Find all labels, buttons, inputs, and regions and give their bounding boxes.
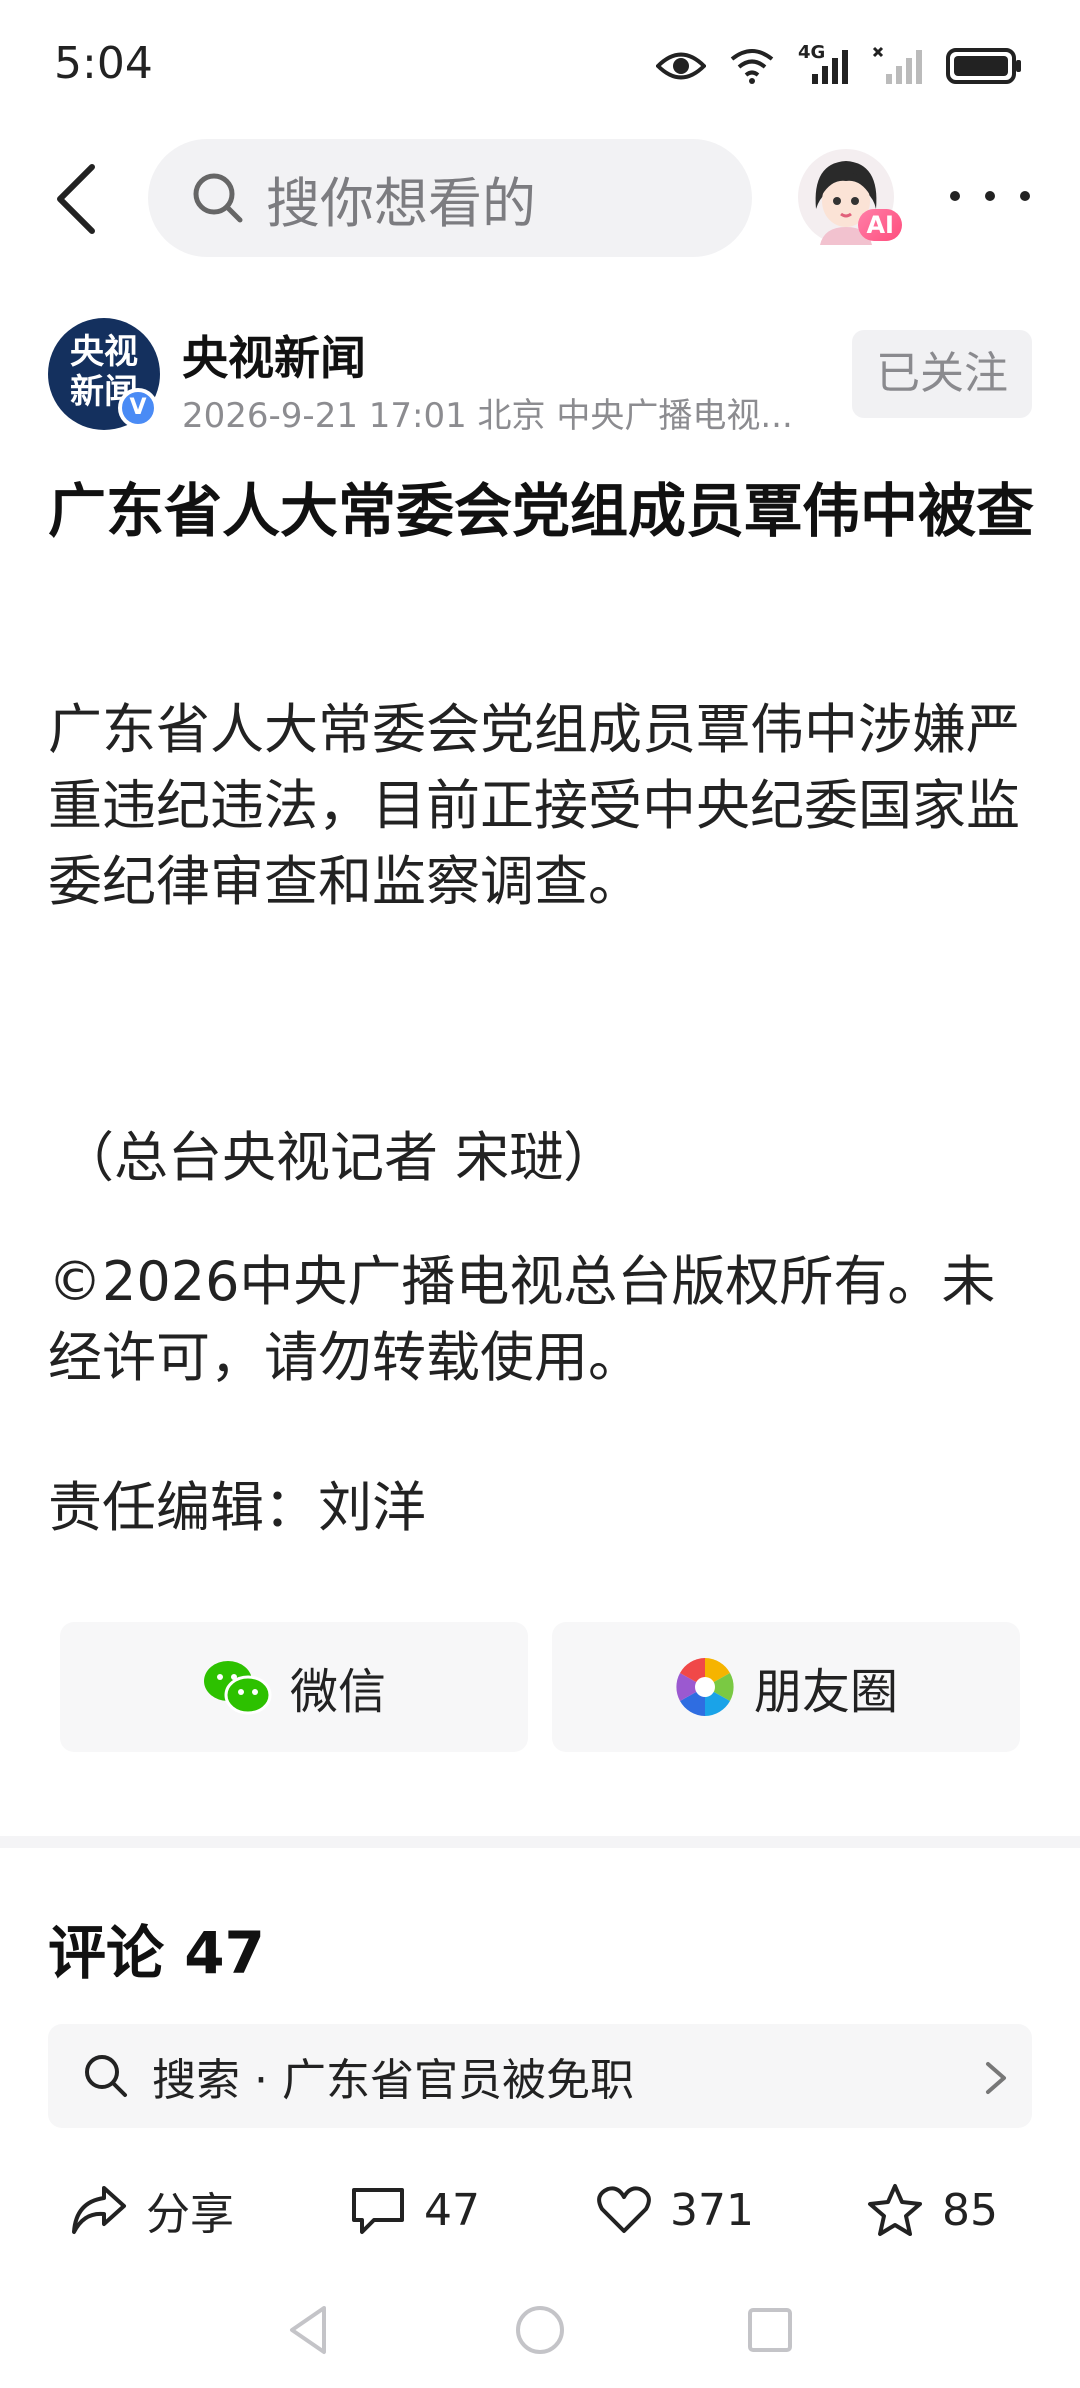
comment-search-bar[interactable]: 搜索 · 广东省官员被免职 xyxy=(48,2024,1032,2128)
favorite-count: 85 xyxy=(942,2184,998,2236)
moments-aperture-icon xyxy=(676,1658,734,1716)
author-name[interactable]: 央视新闻 xyxy=(182,322,366,388)
wifi-icon xyxy=(730,49,774,84)
share-action-label: 分享 xyxy=(146,2189,234,2240)
signal-4g-icon: 4G xyxy=(798,42,850,86)
share-action-button[interactable]: 分享 xyxy=(70,2160,234,2260)
system-nav-bar xyxy=(0,2290,1080,2388)
like-count: 371 xyxy=(670,2184,754,2236)
circle-home-icon xyxy=(516,2306,564,2354)
share-moments-label: 朋友圈 xyxy=(753,1664,898,1720)
eye-icon xyxy=(656,52,706,80)
like-action-button[interactable]: 371 xyxy=(596,2160,754,2260)
status-icons: 4G xyxy=(656,42,1024,90)
action-row: 分享 47 371 85 xyxy=(0,2160,1080,2260)
comments-title: 评论 47 xyxy=(48,1919,265,1987)
status-bar: 5:04 4G xyxy=(0,0,1080,130)
article-editor: 责任编辑：刘洋 xyxy=(48,1476,426,1539)
author-meta: 2026-9-21 17:01 北京 中央广播电视... xyxy=(182,396,793,436)
search-input[interactable]: 搜你想看的 xyxy=(148,139,752,257)
share-moments-button[interactable]: 朋友圈 xyxy=(552,1622,1020,1752)
share-row: 微信 朋友圈 xyxy=(60,1622,1020,1752)
back-arrow-icon xyxy=(57,164,95,234)
section-divider xyxy=(0,1836,1080,1848)
battery-icon xyxy=(946,48,1021,84)
more-dot-icon xyxy=(1020,191,1030,201)
more-dot-icon xyxy=(950,191,960,201)
comment-action-button[interactable]: 47 xyxy=(350,2160,480,2260)
status-time: 5:04 xyxy=(54,38,153,89)
share-arrow-icon xyxy=(72,2186,126,2234)
nav-home-button[interactable] xyxy=(510,2300,570,2360)
nav-back-button[interactable] xyxy=(280,2300,340,2360)
ai-assistant-avatar[interactable]: AI xyxy=(798,149,902,245)
star-icon xyxy=(868,2184,922,2236)
top-bar: 搜你想看的 AI xyxy=(0,135,1080,260)
favorite-action-button[interactable]: 85 xyxy=(866,2160,998,2260)
heart-icon xyxy=(597,2186,651,2233)
search-icon xyxy=(193,173,243,223)
share-wechat-button[interactable]: 微信 xyxy=(60,1622,528,1752)
more-dot-icon xyxy=(985,191,995,201)
back-button[interactable] xyxy=(48,159,108,239)
search-placeholder: 搜你想看的 xyxy=(266,171,536,235)
author-row: 央视 新闻 V 央视新闻 2026-9-21 17:01 北京 中央广播电视..… xyxy=(0,318,1080,436)
triangle-back-icon xyxy=(290,2306,326,2354)
author-logo-line1: 央视 xyxy=(70,332,138,372)
square-recents-icon xyxy=(748,2308,792,2352)
article-copyright: ©2026中央广播电视总台版权所有。未经许可，请勿转载使用。 xyxy=(48,1250,996,1389)
follow-button[interactable]: 已关注 xyxy=(852,330,1032,418)
wechat-icon xyxy=(203,1661,272,1715)
article-paragraph: 广东省人大常委会党组成员覃伟中涉嫌严重违纪违法，目前正接受中央纪委国家监委纪律审… xyxy=(48,698,1020,913)
share-wechat-label: 微信 xyxy=(289,1664,386,1720)
chevron-right-icon xyxy=(986,2062,1006,2094)
nav-recents-button[interactable] xyxy=(740,2300,800,2360)
article-reporter: （总台央视记者 宋琎） xyxy=(60,1126,618,1189)
article-title: 广东省人大常委会党组成员覃伟中被查 xyxy=(48,477,1035,545)
comment-count: 47 xyxy=(424,2184,480,2236)
signal-no-service-icon xyxy=(872,46,922,84)
ai-badge: AI xyxy=(858,209,902,241)
verified-badge: V xyxy=(118,388,158,428)
comment-bubble-icon xyxy=(352,2188,404,2234)
more-options-button[interactable] xyxy=(950,181,1030,211)
search-icon xyxy=(85,2055,127,2097)
comment-search-text: 搜索 · 广东省官员被免职 xyxy=(152,2055,634,2106)
